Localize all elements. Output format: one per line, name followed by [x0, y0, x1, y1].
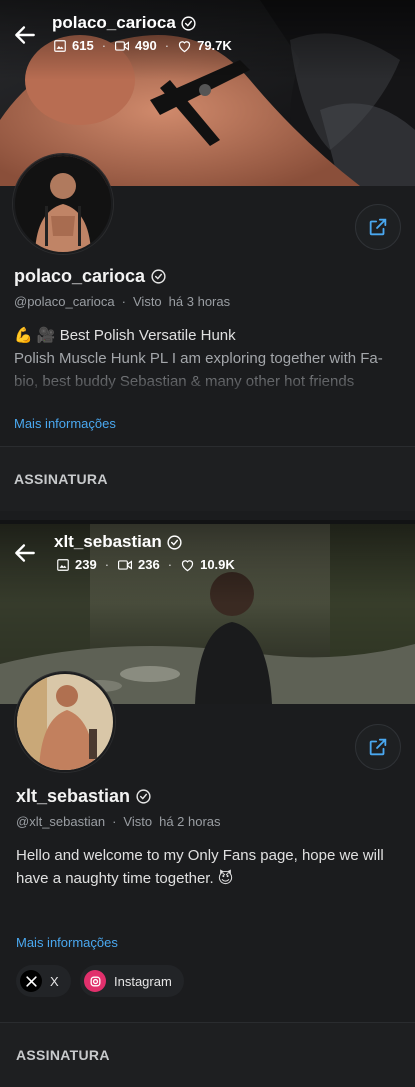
video-count: 490 [135, 38, 157, 53]
social-link-instagram[interactable]: Instagram [80, 965, 184, 997]
share-icon [369, 738, 387, 756]
seen-time: há 2 horas [159, 814, 221, 829]
handle: @polaco_carioca [14, 294, 115, 309]
profile-card-polaco: polaco_carioca 615 · 490 · 79.7K polaco_… [0, 0, 415, 520]
back-arrow-icon[interactable] [12, 540, 38, 566]
verified-icon [151, 269, 166, 284]
header-stats: 615 · 490 · 79.7K [53, 38, 232, 53]
instagram-icon [84, 970, 106, 992]
profile-card-sebastian: xlt_sebastian 239 · 236 · 10.9K xlt_seba… [0, 524, 415, 1087]
profile-name: xlt_sebastian [16, 786, 152, 807]
header-stats: 239 · 236 · 10.9K [56, 557, 235, 572]
bio: Hello and welcome to my Only Fans page, … [16, 844, 396, 890]
more-info-link[interactable]: Mais informações [14, 416, 116, 431]
profile-name: polaco_carioca [14, 266, 167, 287]
photo-count: 615 [72, 38, 94, 53]
subscription-section: ASSINATURA [0, 1022, 415, 1087]
more-info-link[interactable]: Mais informações [16, 935, 118, 950]
share-button[interactable] [355, 724, 401, 770]
seen-label: Visto [133, 294, 162, 309]
share-icon [369, 218, 387, 236]
likes-count: 79.7K [197, 38, 232, 53]
section-title: ASSINATURA [16, 1047, 110, 1063]
subscription-section: ASSINATURA [0, 446, 415, 511]
verified-icon [167, 534, 182, 550]
share-button[interactable] [355, 204, 401, 250]
back-arrow-icon[interactable] [12, 22, 38, 48]
seen-time: há 3 horas [168, 294, 231, 309]
avatar[interactable] [13, 154, 113, 254]
video-icon [115, 40, 130, 51]
verified-icon [181, 15, 196, 31]
photo-icon [57, 558, 69, 571]
heart-icon [178, 40, 191, 52]
social-label: X [50, 973, 59, 989]
video-count: 236 [138, 557, 160, 572]
video-icon [118, 559, 133, 570]
seen-label: Visto [123, 814, 153, 829]
avatar[interactable] [15, 672, 115, 772]
x-icon [20, 970, 42, 992]
likes-count: 10.9K [200, 557, 235, 572]
social-link-x[interactable]: X [16, 965, 71, 997]
verified-icon [136, 789, 151, 804]
bio-title: Best Polish Versatile Hunk [59, 327, 236, 344]
bio-emoji: 💪 🎥 [14, 327, 56, 344]
bio-text: Hello and welcome to my Only Fans page, … [16, 847, 384, 887]
section-title: ASSINATURA [14, 471, 108, 487]
social-label: Instagram [114, 973, 172, 989]
photo-count: 239 [75, 557, 97, 572]
handle: @xlt_sebastian [16, 814, 106, 829]
photo-icon [54, 39, 66, 52]
profile-meta: @polaco_carioca · Visto há 3 horas [14, 294, 231, 309]
header-username: polaco_carioca [52, 13, 197, 33]
profile-meta: @xlt_sebastian · Visto há 2 horas [16, 814, 221, 829]
heart-icon [181, 559, 194, 571]
header-username: xlt_sebastian [54, 532, 183, 552]
